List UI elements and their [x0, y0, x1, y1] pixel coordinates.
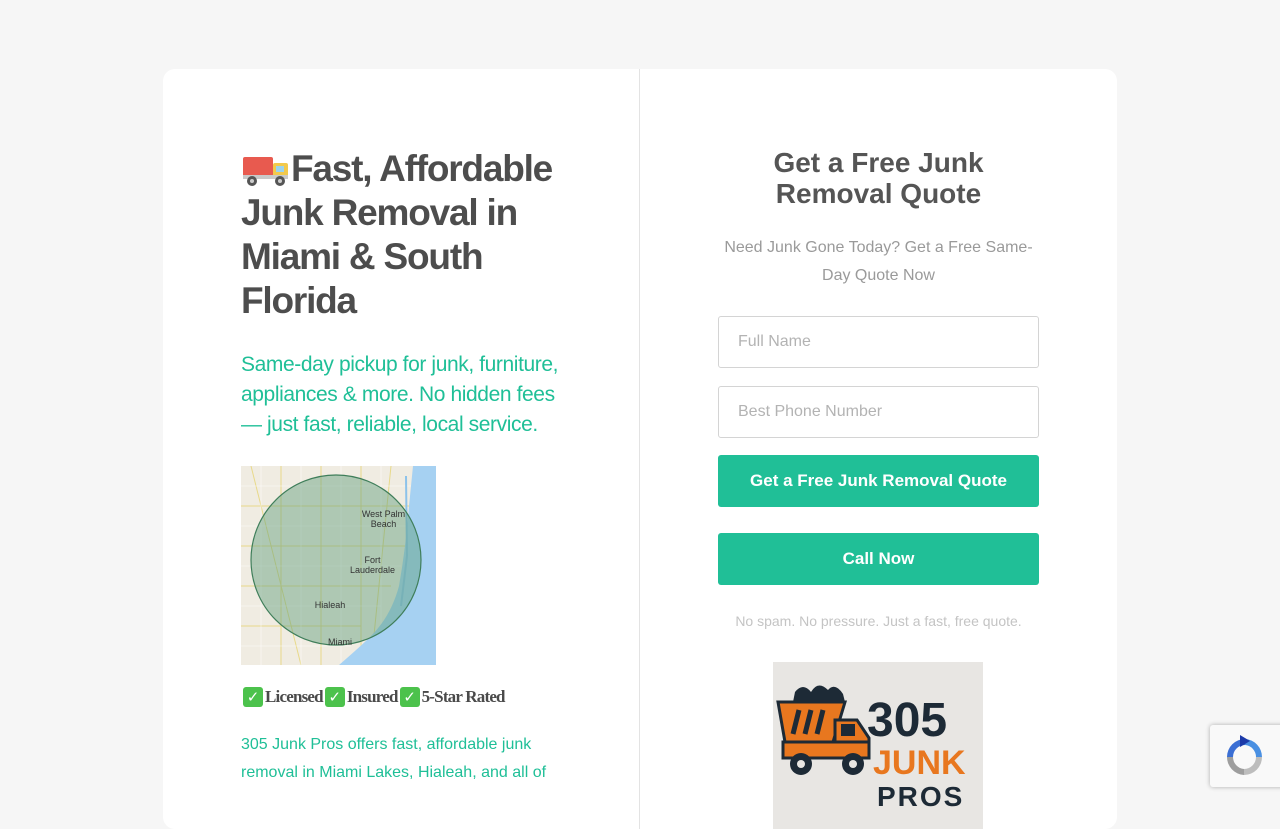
- full-name-input[interactable]: [718, 316, 1039, 368]
- map-label-hialeah: Hialeah: [314, 600, 346, 610]
- check-mark-icon: ✓: [243, 687, 263, 707]
- column-divider: [639, 69, 640, 829]
- form-title: Get a Free Junk Removal Quote: [773, 147, 984, 209]
- get-quote-button[interactable]: Get a Free Junk Removal Quote: [718, 455, 1039, 507]
- map-label-west-palm-beach: West Palm Beach: [361, 509, 406, 529]
- badge-five-star: 5-Star Rated: [421, 687, 506, 706]
- hero-subheadline: Same-day pickup for junk, furniture, app…: [241, 353, 559, 436]
- check-mark-icon: ✓: [324, 687, 345, 707]
- trust-badges: ✓ Licensed ✓ Insured ✓ 5-Star Rated: [241, 687, 571, 707]
- form-fine-print: No spam. No pressure. Just a fast, free …: [735, 613, 1022, 629]
- logo-number: 305: [867, 694, 947, 747]
- map-label-fort-lauderdale: Fort Lauderdale: [349, 555, 396, 575]
- phone-input[interactable]: [718, 386, 1039, 438]
- map-label-miami: Miami: [328, 637, 352, 647]
- logo-word-junk: JUNK: [873, 744, 966, 782]
- form-subtitle: Need Junk Gone Today? Get a Free Same-Da…: [724, 239, 1033, 284]
- main-card: Fast, Affordable Junk Removal in Miami &…: [163, 69, 1117, 829]
- service-area-map: West Palm Beach Fort Lauderdale Hialeah …: [241, 466, 436, 665]
- map-graphic: [241, 466, 436, 665]
- hero-headline: Fast, Affordable Junk Removal in Miami &…: [241, 147, 571, 323]
- recaptcha-icon: [1227, 735, 1262, 775]
- company-logo: 305 JUNK PROS: [773, 662, 983, 829]
- badge-licensed: Licensed: [265, 687, 324, 706]
- company-blurb: 305 Junk Pros offers fast, affordable ju…: [241, 736, 547, 781]
- call-now-button[interactable]: Call Now: [718, 533, 1039, 585]
- check-mark-icon: ✓: [399, 687, 420, 707]
- logo-word-pros: PROS: [877, 781, 964, 812]
- hero-column: Fast, Affordable Junk Removal in Miami &…: [241, 147, 571, 787]
- recaptcha-badge[interactable]: [1210, 725, 1280, 787]
- badge-insured: Insured: [346, 687, 399, 706]
- logo-graphic: 305 JUNK PROS: [776, 685, 966, 812]
- delivery-truck-icon: [241, 149, 291, 189]
